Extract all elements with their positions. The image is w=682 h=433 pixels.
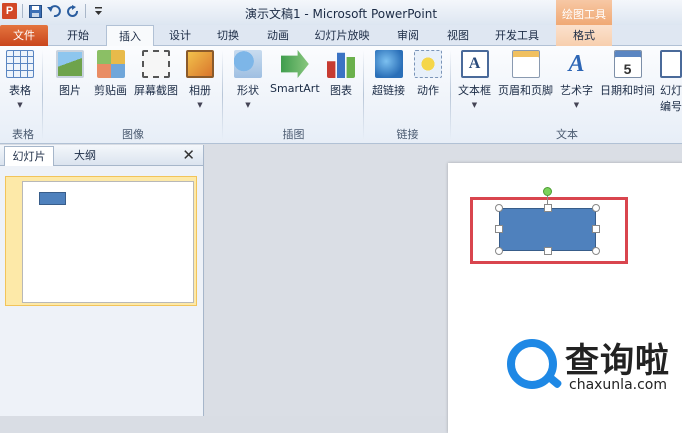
rectangle-shape[interactable] (499, 208, 596, 251)
wordart-label: 艺术字 (560, 84, 593, 97)
group-label-links: 链接 (396, 128, 419, 141)
clipart-button[interactable]: 剪贴画 (94, 50, 127, 98)
tab-review[interactable]: 审阅 (388, 25, 428, 46)
tab-format[interactable]: 格式 (556, 25, 612, 46)
tab-animations[interactable]: 动画 (258, 25, 298, 46)
clipart-icon (96, 50, 125, 78)
header-footer-label: 页眉和页脚 (498, 84, 553, 97)
slide-number-label-2: 编号 (660, 100, 682, 113)
group-label-images: 图像 (122, 128, 144, 141)
group-label-text: 文本 (556, 128, 578, 141)
textbox-button[interactable]: A 文本框 ▼ (458, 50, 491, 109)
pane-tabs: 幻灯片 大纲 ✕ (0, 145, 203, 166)
context-tab-header: 绘图工具 (556, 0, 612, 25)
tab-file[interactable]: 文件 (0, 25, 48, 46)
ribbon: 表格 ▼ 图片 剪贴画 屏幕截图 相册 ▼ 形状 ▼ SmartArt 图表 超… (0, 46, 682, 144)
slide-number-button[interactable]: 幻灯 编号 (660, 50, 682, 114)
photo-album-icon (186, 50, 214, 78)
resize-handle-top-left[interactable] (495, 204, 503, 212)
table-button[interactable]: 表格 ▼ (6, 50, 34, 109)
chart-button[interactable]: 图表 (327, 50, 355, 98)
date-time-icon: 5 (613, 50, 642, 78)
table-icon (6, 50, 34, 78)
table-label: 表格 (9, 84, 31, 97)
smartart-button[interactable]: SmartArt (270, 50, 320, 95)
group-label-tables: 表格 (12, 128, 34, 141)
picture-label: 图片 (59, 84, 81, 97)
group-divider (363, 50, 364, 140)
action-button[interactable]: 动作 (414, 50, 442, 98)
ribbon-tabs: 文件 开始 插入 设计 切换 动画 幻灯片放映 审阅 视图 开发工具 格式 (0, 25, 682, 47)
thumbnail-rectangle (39, 192, 66, 205)
chevron-down-icon: ▼ (197, 101, 203, 109)
header-footer-icon (511, 50, 540, 78)
tab-slides[interactable]: 幻灯片 (4, 146, 54, 166)
chart-icon (327, 52, 355, 78)
search-q-icon (507, 339, 557, 389)
smartart-icon (280, 50, 309, 78)
screenshot-icon (142, 50, 170, 78)
chevron-down-icon: ▼ (471, 101, 478, 109)
shapes-label: 形状 (237, 84, 259, 97)
shapes-button[interactable]: 形状 ▼ (234, 50, 262, 109)
tab-developer[interactable]: 开发工具 (486, 25, 548, 46)
slide-thumbnail-selected[interactable] (5, 176, 197, 306)
screenshot-label: 屏幕截图 (134, 84, 178, 97)
tab-design[interactable]: 设计 (160, 25, 200, 46)
tab-slideshow[interactable]: 幻灯片放映 (306, 25, 378, 46)
date-time-label: 日期和时间 (600, 84, 655, 97)
screenshot-button[interactable]: 屏幕截图 (134, 50, 178, 98)
clipart-label: 剪贴画 (94, 84, 127, 97)
chart-label: 图表 (330, 84, 352, 97)
watermark-url: chaxunla.com (569, 377, 667, 393)
slide-number-icon (660, 50, 682, 78)
title-bar: P 演示文稿1 - Microsoft PowerPoint 绘图工具 (0, 0, 682, 25)
tab-insert[interactable]: 插入 (106, 25, 154, 47)
rotation-handle[interactable] (543, 187, 552, 196)
picture-icon (56, 50, 84, 78)
resize-handle-bottom-left[interactable] (495, 247, 503, 255)
resize-handle-bottom[interactable] (544, 247, 552, 255)
group-label-illustrations: 插图 (282, 128, 305, 141)
chevron-down-icon: ▼ (17, 101, 23, 109)
close-icon[interactable]: ✕ (182, 146, 195, 164)
photo-album-label: 相册 (189, 84, 211, 97)
action-icon (414, 50, 442, 78)
tab-home[interactable]: 开始 (56, 25, 100, 46)
resize-handle-bottom-right[interactable] (592, 247, 600, 255)
shapes-icon (234, 50, 262, 78)
resize-handle-right[interactable] (592, 225, 600, 233)
hyperlink-icon (374, 50, 403, 78)
resize-handle-left[interactable] (495, 225, 503, 233)
slide-number-label: 幻灯 (660, 84, 682, 97)
textbox-label: 文本框 (458, 84, 491, 97)
tab-view[interactable]: 视图 (438, 25, 478, 46)
group-divider (450, 50, 451, 140)
group-divider (222, 50, 223, 140)
action-label: 动作 (417, 84, 439, 97)
watermark-logo: 查询啦 chaxunla.com (507, 331, 677, 411)
group-divider (42, 50, 43, 140)
wordart-icon: A (568, 50, 585, 77)
hyperlink-label: 超链接 (372, 84, 405, 97)
wordart-button[interactable]: A 艺术字 ▼ (560, 50, 593, 110)
watermark-text: 查询啦 (565, 341, 670, 381)
slide-thumbnail[interactable] (22, 181, 194, 303)
smartart-label: SmartArt (270, 82, 320, 95)
tab-outline[interactable]: 大纲 (58, 146, 112, 166)
slides-pane: 幻灯片 大纲 ✕ 1 (0, 145, 204, 416)
picture-button[interactable]: 图片 (56, 50, 84, 98)
date-time-button[interactable]: 5 日期和时间 (600, 50, 655, 98)
photo-album-button[interactable]: 相册 ▼ (186, 50, 214, 109)
resize-handle-top[interactable] (544, 204, 552, 212)
resize-handle-top-right[interactable] (592, 204, 600, 212)
tab-transitions[interactable]: 切换 (208, 25, 248, 46)
header-footer-button[interactable]: 页眉和页脚 (498, 50, 553, 98)
chevron-down-icon: ▼ (573, 101, 580, 109)
chevron-down-icon: ▼ (245, 101, 251, 109)
hyperlink-button[interactable]: 超链接 (372, 50, 405, 98)
textbox-icon: A (460, 50, 489, 78)
